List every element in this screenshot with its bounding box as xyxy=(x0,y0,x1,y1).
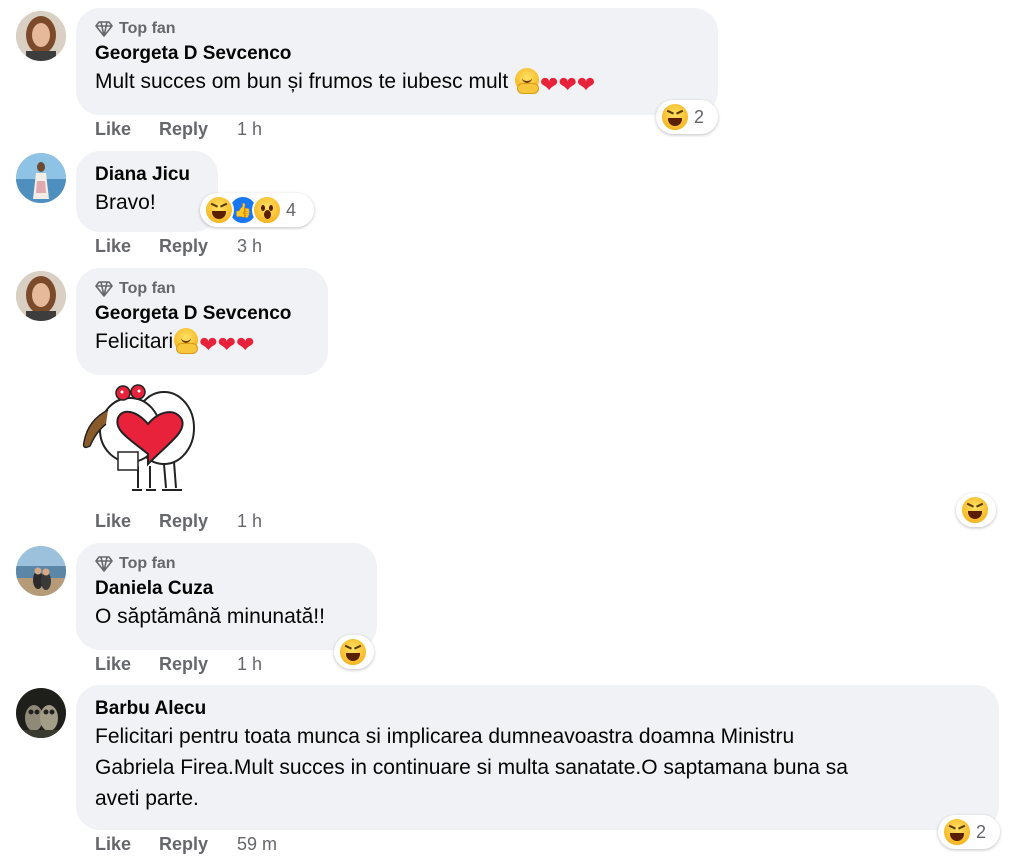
timestamp[interactable]: 3 h xyxy=(237,236,262,257)
avatar[interactable] xyxy=(16,271,66,321)
comment-bubble: Top fan Daniela Cuza O săptămână minunat… xyxy=(76,543,377,650)
heart-hug-sticker[interactable] xyxy=(78,380,202,500)
reaction-summary[interactable]: 2 xyxy=(938,815,1000,849)
red-heart-icon: ❤ xyxy=(217,333,237,358)
reply-button[interactable]: Reply xyxy=(159,511,237,532)
reply-button[interactable]: Reply xyxy=(159,236,237,257)
like-button[interactable]: Like xyxy=(95,654,159,675)
like-button[interactable]: Like xyxy=(95,834,159,855)
reaction-count: 2 xyxy=(976,821,987,842)
badge-label: Top fan xyxy=(119,280,176,297)
avatar[interactable] xyxy=(16,688,66,738)
comment-text-line: Gabriela Firea.Mult succes in continuare… xyxy=(95,756,848,779)
comment-text: Felicitari pentru toata munca si implica… xyxy=(95,721,979,814)
author-name[interactable]: Georgeta D Sevcenco xyxy=(95,302,308,326)
comment-text-content: Felicitari xyxy=(95,330,174,353)
comment-actions: Like Reply 1 h xyxy=(95,119,262,140)
comment-bubble: Barbu Alecu Felicitari pentru toata munc… xyxy=(76,685,999,830)
hugging-face-icon xyxy=(515,68,539,94)
reaction-count: 2 xyxy=(694,106,705,127)
haha-icon xyxy=(338,637,368,667)
like-button[interactable]: Like xyxy=(95,511,159,532)
reaction-summary[interactable]: 2 xyxy=(656,100,718,134)
reply-button[interactable]: Reply xyxy=(159,834,237,855)
timestamp[interactable]: 1 h xyxy=(237,511,262,532)
haha-icon xyxy=(942,817,972,847)
red-heart-icon: ❤ xyxy=(236,333,255,358)
comment-actions: Like Reply 59 m xyxy=(95,834,277,855)
like-button[interactable]: Like xyxy=(95,236,159,257)
haha-icon xyxy=(960,495,990,525)
author-name[interactable]: Diana Jicu xyxy=(95,163,198,187)
haha-icon xyxy=(204,195,234,225)
red-heart-icon: ❤ xyxy=(540,73,559,98)
top-fan-badge: Top fan xyxy=(95,18,698,40)
reaction-summary[interactable] xyxy=(956,493,996,527)
comment-text: Mult succes om bun și frumos te iubesc m… xyxy=(95,66,698,101)
comment-text: Felicitari ❤❤❤ xyxy=(95,326,308,361)
comment-bubble: Top fan Georgeta D Sevcenco Mult succes … xyxy=(76,8,718,115)
red-heart-icon: ❤ xyxy=(576,73,596,98)
top-fan-badge: Top fan xyxy=(95,278,308,300)
badge-label: Top fan xyxy=(119,555,176,572)
reaction-summary[interactable]: 👍 4 xyxy=(200,193,314,227)
reply-button[interactable]: Reply xyxy=(159,654,237,675)
author-name[interactable]: Georgeta D Sevcenco xyxy=(95,42,698,66)
comment-actions: Like Reply 1 h xyxy=(95,511,262,532)
author-name[interactable]: Barbu Alecu xyxy=(95,697,979,721)
comment-actions: Like Reply 3 h xyxy=(95,236,262,257)
comment-text: Bravo! xyxy=(95,191,156,214)
reaction-count: 4 xyxy=(286,199,297,220)
timestamp[interactable]: 1 h xyxy=(237,119,262,140)
red-heart-icon: ❤ xyxy=(199,333,218,358)
avatar[interactable] xyxy=(16,153,66,203)
comment-actions: Like Reply 1 h xyxy=(95,654,262,675)
wow-icon xyxy=(252,195,282,225)
like-button[interactable]: Like xyxy=(95,119,159,140)
author-name[interactable]: Daniela Cuza xyxy=(95,577,357,601)
timestamp[interactable]: 1 h xyxy=(237,654,262,675)
comment-text-content: Mult succes om bun și frumos te iubesc m… xyxy=(95,70,509,93)
haha-icon xyxy=(660,102,690,132)
comment-text: O săptămână minunată!! xyxy=(95,605,325,628)
reaction-summary[interactable] xyxy=(334,635,374,669)
badge-label: Top fan xyxy=(119,20,176,37)
comment-text-line: Felicitari pentru toata munca si implica… xyxy=(95,725,795,748)
avatar[interactable] xyxy=(16,11,66,61)
reply-button[interactable]: Reply xyxy=(159,119,237,140)
avatar[interactable] xyxy=(16,546,66,596)
diamond-icon xyxy=(95,556,113,572)
timestamp[interactable]: 59 m xyxy=(237,834,277,855)
comment-bubble: Top fan Georgeta D Sevcenco Felicitari ❤❤… xyxy=(76,268,328,375)
diamond-icon xyxy=(95,281,113,297)
comment-text-line: aveti parte. xyxy=(95,787,199,810)
red-heart-icon: ❤ xyxy=(558,73,577,98)
comment-bubble: Diana Jicu Bravo! xyxy=(76,151,218,232)
hugging-face-icon xyxy=(174,328,199,354)
top-fan-badge: Top fan xyxy=(95,553,357,575)
diamond-icon xyxy=(95,21,113,37)
